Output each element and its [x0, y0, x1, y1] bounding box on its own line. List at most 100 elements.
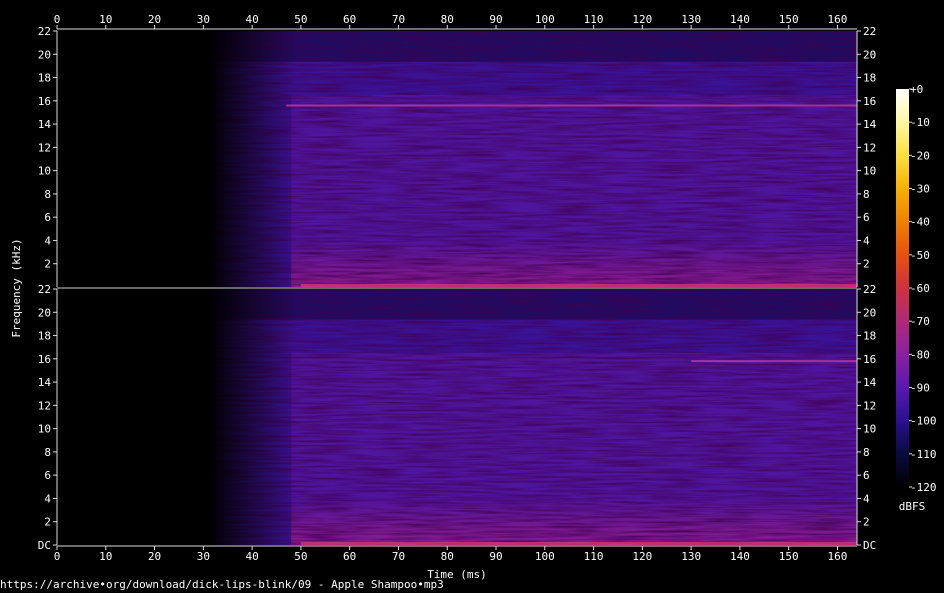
colorbar-label: dBFS [899, 500, 926, 513]
y-tick-label-right: 2 [863, 516, 870, 529]
y-tick-label-left: 4 [44, 234, 51, 247]
x-tick-label-bottom: 150 [779, 550, 799, 563]
y-tick-label-right: 18 [863, 330, 876, 343]
x-tick-label-top: 140 [730, 13, 750, 26]
x-tick-label-bottom: 160 [828, 550, 848, 563]
colorbar: +0 -10 -20 -30 -40 -50 -60 -70 -80 -90 -100 -110 -12… [896, 83, 937, 494]
x-tick-label-bottom: 140 [730, 550, 750, 563]
y-tick-label-left: 4 [44, 492, 51, 505]
y-tick-label-left: 14 [38, 376, 52, 389]
y-axis-label: Frequency (kHz) [10, 238, 23, 337]
x-tick-label-bottom: 10 [99, 550, 112, 563]
onset-fade [57, 31, 857, 287]
x-tick-label-top: 50 [294, 13, 307, 26]
colorbar-tick-label: -100 [910, 415, 937, 428]
x-axis-top: 0 10 20 30 40 50 60 70 80 90 100 110 120 130 140 150 160 [54, 13, 857, 30]
colorbar-tick-label: -60 [910, 282, 930, 295]
y-tick-label-right: 12 [863, 399, 876, 412]
tone-line [286, 104, 857, 107]
y-tick-label-left: 10 [38, 165, 51, 178]
x-tick-label-top: 90 [489, 13, 502, 26]
colorbar-tick-label: -90 [910, 382, 930, 395]
x-tick-label-top: 70 [392, 13, 405, 26]
y-tick-label-left: 12 [38, 399, 51, 412]
panel-channel-2 [57, 289, 858, 545]
y-tick-label-right: 2 [863, 258, 870, 271]
y-tick-label-right: 4 [863, 234, 870, 247]
x-tick-label-bottom: 70 [392, 550, 405, 563]
x-tick-label-top: 60 [343, 13, 356, 26]
y-axis-left: 2 4 6 8 10 12 14 16 18 20 22 DC 2 4 6 8 10 12 14 16 18 20 22 [38, 25, 58, 552]
x-tick-label-bottom: 80 [441, 550, 454, 563]
x-axis-bottom: 0 10 20 30 40 50 60 70 80 90 100 110 120 130 140 150 160 [54, 545, 857, 563]
x-tick-label-top: 0 [54, 13, 61, 26]
y-axis-right: 2 4 6 8 10 12 14 16 18 20 22 DC 2 4 6 8 10 12 14 16 18 20 22 [856, 25, 877, 552]
y-tick-label-left: 18 [38, 330, 51, 343]
y-tick-label-right: 18 [863, 72, 876, 85]
x-tick-label-bottom: 100 [535, 550, 555, 563]
y-tick-label-right: 16 [863, 95, 876, 108]
y-tick-label-right: 10 [863, 165, 876, 178]
y-tick-label-right: 16 [863, 353, 876, 366]
x-tick-label-top: 110 [584, 13, 604, 26]
y-tick-label-left: 20 [38, 306, 51, 319]
y-tick-label-left: 16 [38, 95, 51, 108]
y-tick-label-left: DC [38, 539, 51, 552]
y-tick-label-right: 14 [863, 376, 877, 389]
x-tick-label-bottom: 20 [148, 550, 161, 563]
x-tick-label-top: 80 [441, 13, 454, 26]
y-tick-label-right: 20 [863, 306, 876, 319]
x-tick-label-bottom: 60 [343, 550, 356, 563]
x-tick-label-top: 160 [828, 13, 848, 26]
panel-channel-1 [57, 31, 858, 287]
x-tick-label-top: 150 [779, 13, 799, 26]
x-tick-label-bottom: 110 [584, 550, 604, 563]
colorbar-gradient [896, 89, 909, 487]
y-tick-label-right: DC [863, 539, 876, 552]
y-tick-label-left: 16 [38, 353, 51, 366]
x-tick-label-bottom: 50 [294, 550, 307, 563]
colorbar-tick-label: +0 [910, 83, 923, 96]
x-tick-label-top: 40 [245, 13, 258, 26]
dc-band [300, 284, 857, 287]
y-tick-label-left: 12 [38, 141, 51, 154]
y-tick-label-left: 2 [44, 516, 51, 529]
onset-fade [57, 289, 857, 545]
y-tick-label-left: 8 [44, 446, 51, 459]
y-tick-label-right: 8 [863, 188, 870, 201]
x-tick-label-bottom: 120 [632, 550, 652, 563]
y-tick-label-right: 12 [863, 141, 876, 154]
source-url: https://archive•org/download/dick-lips-b… [0, 578, 444, 591]
y-tick-label-left: 6 [44, 211, 51, 224]
y-tick-label-left: 22 [38, 25, 51, 38]
x-tick-label-bottom: 130 [681, 550, 701, 563]
tone-line [691, 360, 857, 363]
x-tick-label-bottom: 0 [54, 550, 61, 563]
y-tick-label-right: 14 [863, 118, 877, 131]
colorbar-tick-label: -110 [910, 448, 937, 461]
x-tick-label-top: 100 [535, 13, 555, 26]
x-tick-label-top: 30 [197, 13, 210, 26]
colorbar-tick-label: -70 [910, 315, 930, 328]
y-tick-label-right: 6 [863, 469, 870, 482]
y-tick-label-right: 10 [863, 423, 876, 436]
x-tick-label-top: 20 [148, 13, 161, 26]
x-tick-label-bottom: 30 [197, 550, 210, 563]
colorbar-tick-label: -50 [910, 249, 930, 262]
y-tick-label-left: 8 [44, 188, 51, 201]
y-tick-label-left: 2 [44, 258, 51, 271]
x-tick-label-top: 10 [99, 13, 112, 26]
spectrogram-chart: 0 10 20 30 40 50 60 70 80 90 100 110 120 130 140 150 160… [10, 13, 937, 581]
y-tick-label-right: 6 [863, 211, 870, 224]
colorbar-tick-label: -10 [910, 116, 930, 129]
y-tick-label-left: 6 [44, 469, 51, 482]
colorbar-tick-label: -40 [910, 216, 930, 229]
y-tick-label-left: 14 [38, 118, 52, 131]
colorbar-tick-label: -20 [910, 149, 930, 162]
dc-band [300, 542, 857, 545]
x-tick-label-top: 130 [681, 13, 701, 26]
y-tick-label-right: 20 [863, 48, 876, 61]
y-tick-label-left: 22 [38, 283, 51, 296]
colorbar-tick-label: -30 [910, 183, 930, 196]
colorbar-tick-label: -80 [910, 348, 930, 361]
